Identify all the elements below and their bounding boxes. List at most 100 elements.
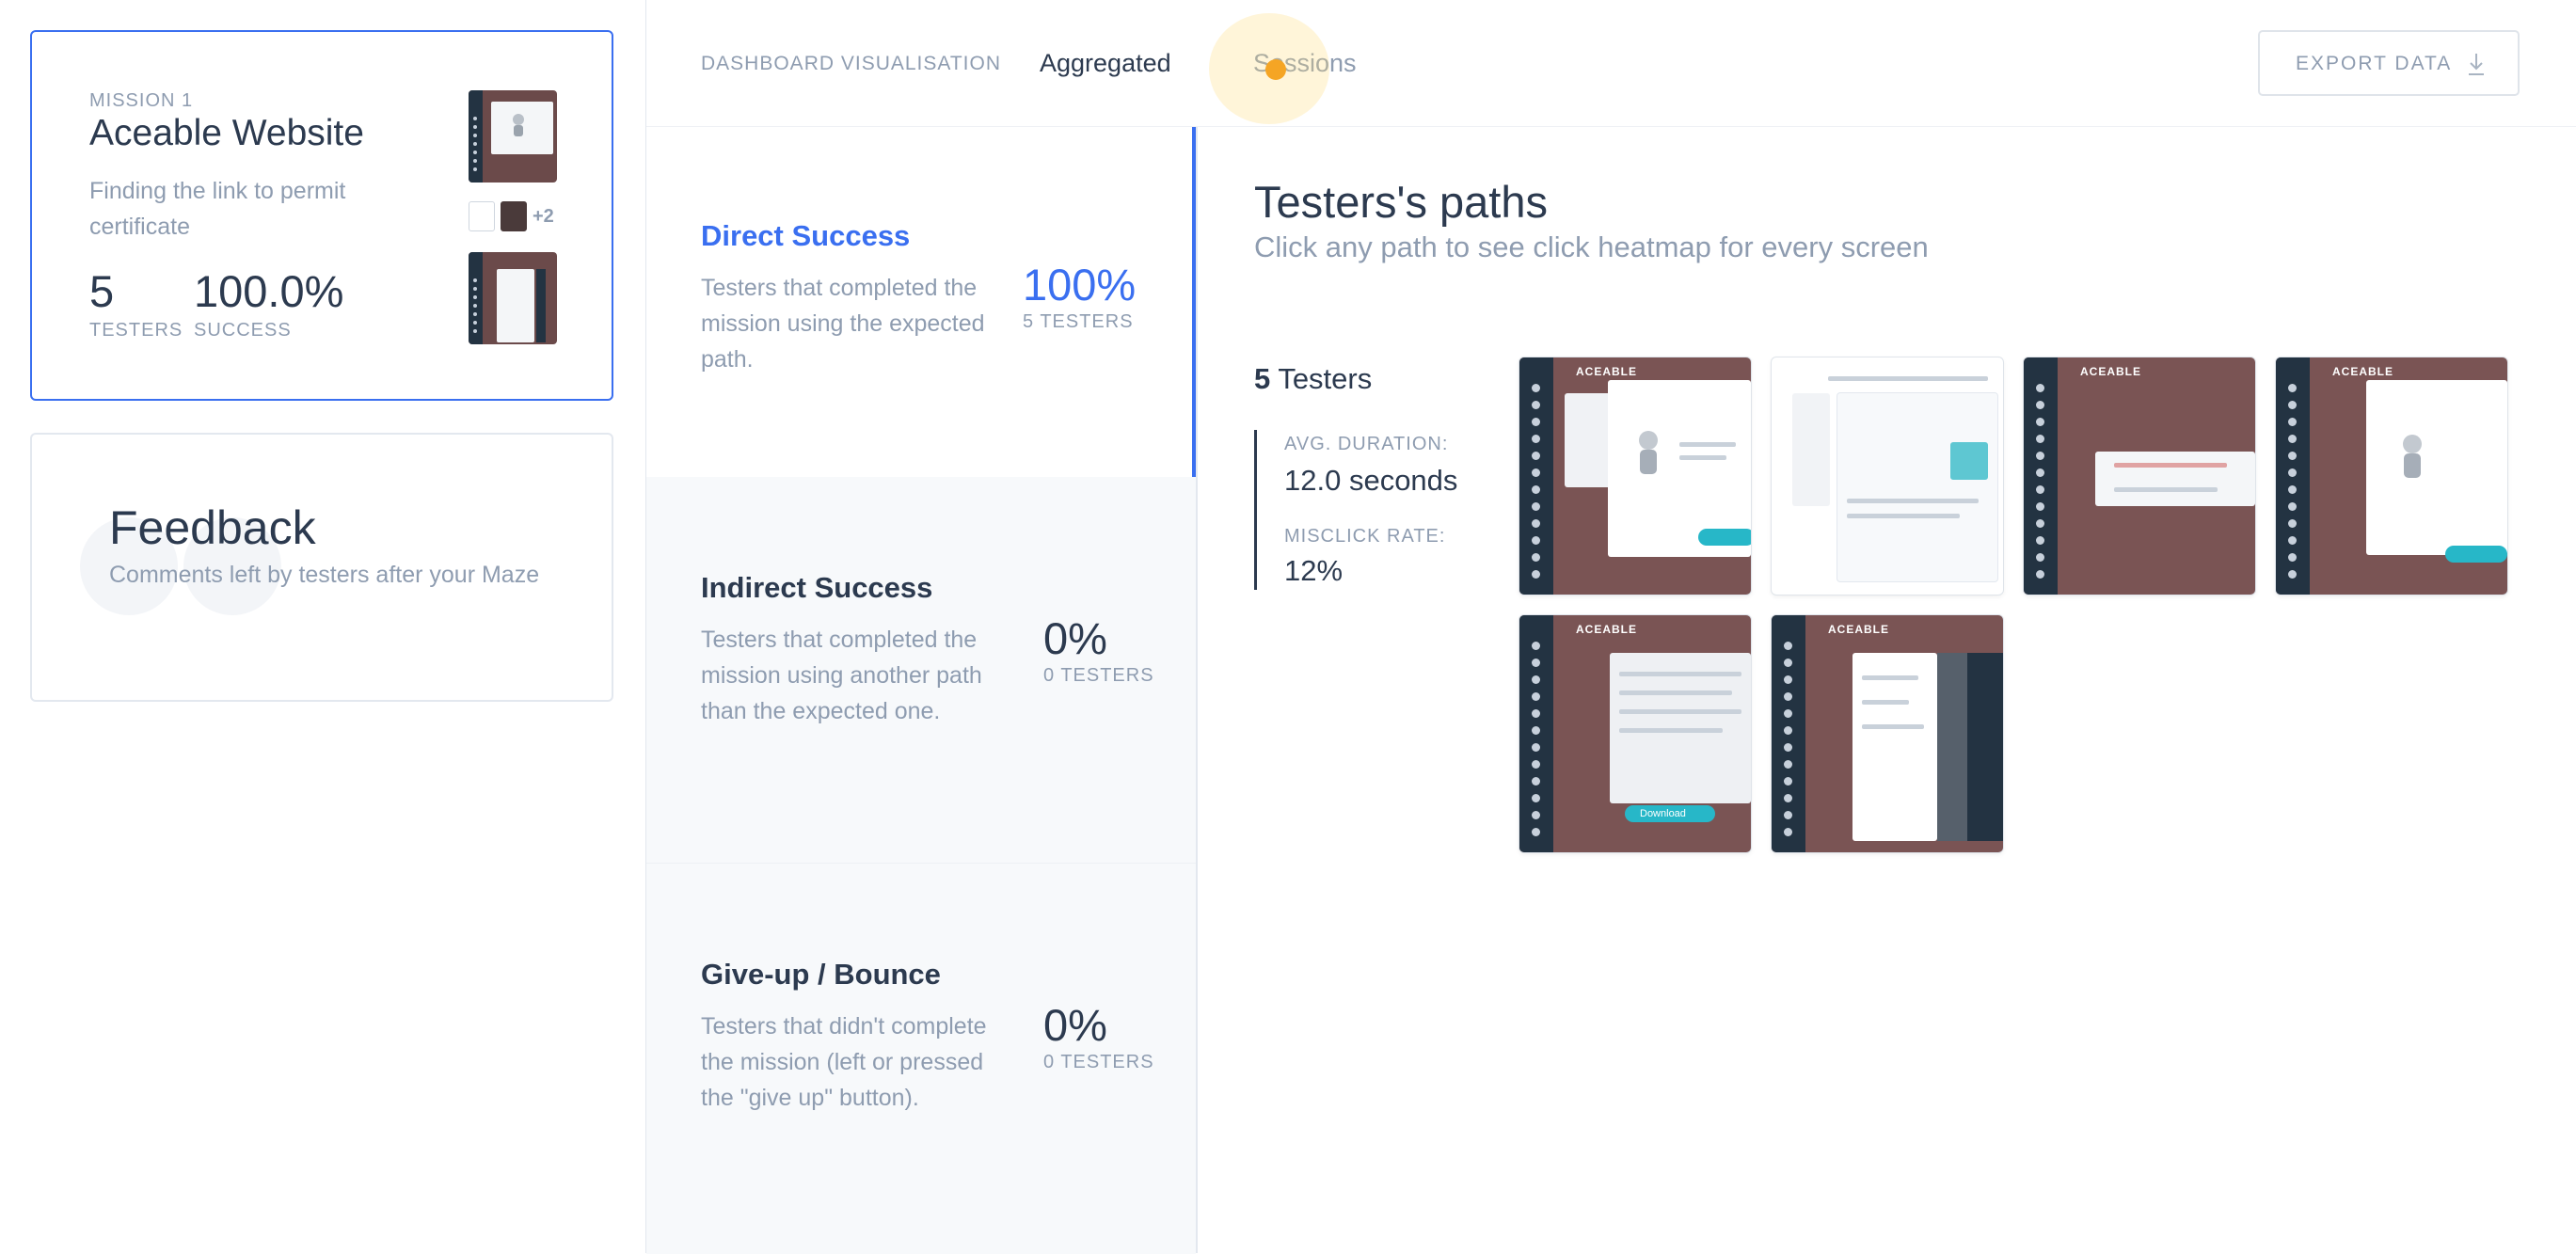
path-screen-thumbnail[interactable]: ACEABLE Download [1519, 615, 1751, 852]
paths-title: Testers's paths [1254, 177, 1548, 227]
nav-dot-icon [2288, 401, 2297, 409]
mission-testers-label: TESTERS [89, 320, 183, 341]
feedback-card[interactable]: Feedback Comments left by testers after … [30, 433, 613, 702]
path-screen-thumbnail[interactable]: ACEABLE [1519, 357, 1751, 595]
avg-duration-value: 12.0 seconds [1284, 464, 1458, 497]
nav-dot-icon [473, 125, 477, 129]
outcome-count: 5 TESTERS [1023, 311, 1134, 332]
nav-dot-icon [1532, 468, 1540, 477]
nav-dot-icon [2288, 485, 2297, 494]
export-data-label: EXPORT DATA [2296, 53, 2453, 74]
export-data-button[interactable]: EXPORT DATA [2258, 30, 2520, 96]
screen-brand-logo: ACEABLE [2332, 365, 2394, 378]
outcome-give-up-bounce[interactable]: Give-up / Bounce Testers that didn't com… [646, 863, 1196, 1254]
path-testers-count: 5 Testers [1254, 362, 1372, 396]
testers-paths-panel: Testers's paths Click any path to see cl… [1196, 127, 2576, 1253]
nav-dot-icon [1784, 692, 1792, 701]
nav-dot-icon [1532, 743, 1540, 752]
nav-dot-icon [473, 167, 477, 171]
nav-dot-icon [2288, 468, 2297, 477]
nav-dot-icon [1784, 828, 1792, 836]
tab-aggregated[interactable]: Aggregated [1040, 49, 1171, 78]
nav-dot-icon [2036, 401, 2044, 409]
outcome-list: Direct Success Testers that completed th… [646, 127, 1196, 1254]
nav-dot-icon [1532, 726, 1540, 735]
nav-dot-icon [1532, 384, 1540, 392]
tab-dashboard-visualisation[interactable]: DASHBOARD VISUALISATION [701, 53, 1001, 75]
nav-dot-icon [1532, 452, 1540, 460]
nav-dot-icon [2036, 485, 2044, 494]
outcome-percent: 0% [1043, 1000, 1107, 1050]
outcome-count: 0 TESTERS [1043, 665, 1154, 686]
nav-dot-icon [2036, 418, 2044, 426]
nav-dot-icon [473, 278, 477, 282]
paths-subtitle: Click any path to see click heatmap for … [1254, 230, 1929, 263]
mission-description: Finding the link to permit certificate [89, 178, 346, 240]
nav-dot-icon [1784, 760, 1792, 769]
nav-dot-icon [2288, 502, 2297, 511]
nav-dot-icon [2036, 519, 2044, 528]
nav-dot-icon [1532, 675, 1540, 684]
nav-dot-icon [473, 304, 477, 308]
outcome-title: Direct Success [701, 219, 911, 252]
nav-dot-icon [473, 321, 477, 325]
avg-duration-label: AVG. DURATION: [1284, 434, 1449, 454]
outcome-indirect-success[interactable]: Indirect Success Testers that completed … [646, 477, 1196, 863]
more-screens-count: +2 [533, 206, 554, 227]
outcome-title: Give-up / Bounce [701, 958, 941, 991]
path-testers-label: Testers [1278, 362, 1373, 395]
mission-path-screen-thumbnail [501, 201, 527, 231]
screen-brand-logo: ACEABLE [2080, 365, 2142, 378]
nav-dot-icon [473, 295, 477, 299]
screen-download-button-label: Download [1640, 808, 1686, 819]
nav-dot-icon [1532, 570, 1540, 579]
nav-dot-icon [473, 287, 477, 291]
outcome-direct-success[interactable]: Direct Success Testers that completed th… [646, 127, 1196, 477]
nav-dot-icon [1532, 519, 1540, 528]
misclick-rate-value: 12% [1284, 554, 1344, 587]
nav-dot-icon [1532, 553, 1540, 562]
nav-dot-icon [473, 117, 477, 120]
nav-dot-icon [473, 159, 477, 163]
path-screen-thumbnail[interactable]: ACEABLE [2276, 357, 2507, 595]
mission-path-screen-thumbnail [469, 201, 495, 231]
screen-brand-logo: ACEABLE [1576, 365, 1638, 378]
nav-dot-icon [2288, 418, 2297, 426]
metrics-divider [1254, 430, 1257, 590]
nav-dot-icon [2288, 384, 2297, 392]
nav-dot-icon [1532, 435, 1540, 443]
misclick-rate-label: MISCLICK RATE: [1284, 526, 1446, 547]
nav-dot-icon [1532, 485, 1540, 494]
nav-dot-icon [1784, 642, 1792, 650]
nav-dot-icon [2036, 435, 2044, 443]
path-screen-thumbnail[interactable]: ACEABLE [1772, 615, 2003, 852]
nav-dot-icon [1532, 811, 1540, 819]
mission-card[interactable]: MISSION 1 Aceable Website Finding the li… [30, 30, 613, 401]
outcome-count: 0 TESTERS [1043, 1052, 1154, 1072]
nav-dot-icon [1532, 709, 1540, 718]
screen-brand-logo: ACEABLE [1576, 623, 1638, 636]
path-screen-thumbnail[interactable] [1772, 357, 2003, 595]
nav-dot-icon [1532, 692, 1540, 701]
outcome-percent: 0% [1043, 613, 1107, 663]
nav-dot-icon [473, 142, 477, 146]
outcome-description: Testers that completed the mission using… [701, 627, 982, 724]
nav-dot-icon [2288, 553, 2297, 562]
nav-dot-icon [2288, 435, 2297, 443]
path-screen-thumbnail[interactable]: ACEABLE [2024, 357, 2255, 595]
nav-dot-icon [2036, 468, 2044, 477]
nav-dot-icon [1532, 642, 1540, 650]
nav-dot-icon [1532, 794, 1540, 802]
nav-dot-icon [1532, 536, 1540, 545]
screen-brand-logo: ACEABLE [1828, 623, 1890, 636]
nav-dot-icon [2036, 570, 2044, 579]
nav-dot-icon [1784, 794, 1792, 802]
feedback-title: Feedback [109, 501, 316, 554]
outcome-description: Testers that didn't complete the mission… [701, 1013, 987, 1111]
feedback-description: Comments left by testers after your Maze [109, 562, 540, 588]
nav-dot-icon [1532, 777, 1540, 786]
nav-dot-icon [473, 151, 477, 154]
dashboard-header: DASHBOARD VISUALISATION Aggregated Sessi… [646, 0, 2576, 127]
nav-dot-icon [1784, 675, 1792, 684]
nav-dot-icon [1784, 659, 1792, 667]
